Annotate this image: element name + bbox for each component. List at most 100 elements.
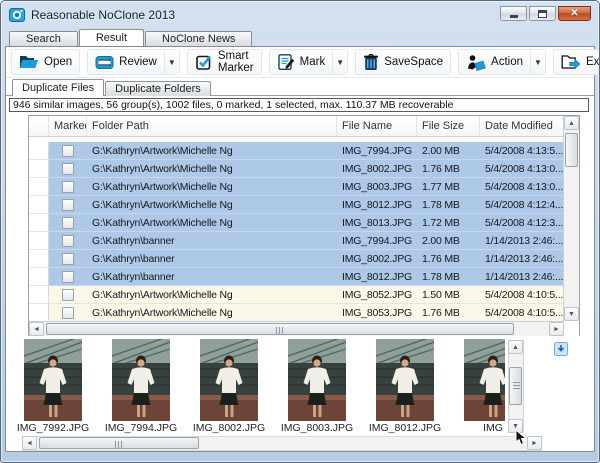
- folder-path-cell: G:\Kathryn\Artwork\Michelle Ng: [87, 142, 337, 160]
- mark-button[interactable]: Mark: [270, 50, 333, 74]
- mark-dropdown-arrow-icon[interactable]: ▼: [332, 50, 347, 74]
- thumbnail-item[interactable]: IMG_8012.JPG: [376, 339, 434, 435]
- film-review-icon: [95, 54, 114, 71]
- file-size-cell: 1.72 MB: [417, 214, 480, 232]
- tab-label: NoClone News: [162, 33, 235, 45]
- table-row[interactable]: G:\Kathryn\Artwork\Michelle Ng IMG_8053.…: [29, 304, 564, 322]
- marked-checkbox[interactable]: [62, 145, 74, 157]
- table-row[interactable]: G:\Kathryn\Artwork\Michelle Ng IMG_7994.…: [29, 142, 564, 160]
- file-name-cell: IMG_8002.JPG: [337, 160, 417, 178]
- marked-checkbox[interactable]: [62, 271, 74, 283]
- marked-checkbox[interactable]: [62, 253, 74, 265]
- table-row[interactable]: G:\Kathryn\Artwork\Michelle Ng IMG_8003.…: [29, 178, 564, 196]
- scroll-down-button[interactable]: ▼: [564, 307, 579, 321]
- column-header-marked[interactable]: Marked: [49, 116, 87, 136]
- marked-cell: [49, 160, 87, 178]
- table-row[interactable]: G:\Kathryn\Artwork\Michelle Ng IMG_8052.…: [29, 286, 564, 304]
- mouse-cursor: [515, 429, 527, 452]
- thumbnail-item[interactable]: IMG_7992.JPG: [24, 339, 82, 435]
- table-horizontal-scrollbar[interactable]: ◄ ►: [29, 321, 564, 336]
- scroll-right-button[interactable]: ►: [527, 436, 542, 450]
- action-dropdown-arrow-icon[interactable]: ▼: [530, 50, 545, 74]
- column-header-date-modified[interactable]: Date Modified: [480, 116, 564, 136]
- scroll-grip: [276, 327, 284, 334]
- row-header-cell: [29, 286, 49, 304]
- thumbnail-export-button[interactable]: [554, 342, 568, 361]
- close-button[interactable]: ✕: [558, 6, 591, 21]
- thumbnail-vertical-scrollbar[interactable]: ▲ ▼: [508, 340, 524, 433]
- column-header-file-name[interactable]: File Name: [337, 116, 417, 136]
- export-folder-icon: [561, 54, 581, 70]
- horizontal-scroll-thumb[interactable]: [46, 323, 514, 335]
- maximize-icon: [538, 10, 547, 18]
- file-name-cell: IMG_8053.JPG: [337, 304, 417, 322]
- horizontal-scroll-thumb[interactable]: [39, 437, 199, 449]
- date-modified-cell: 5/4/2008 4:13:5...: [480, 142, 564, 160]
- savespace-button[interactable]: SaveSpace: [356, 50, 450, 74]
- action-button[interactable]: Action: [459, 50, 530, 74]
- scroll-up-button[interactable]: ▲: [564, 116, 579, 130]
- thumbnail-item[interactable]: IMG_8003.JPG: [288, 339, 346, 435]
- thumbnail-item[interactable]: IMG: [464, 339, 505, 435]
- marked-checkbox[interactable]: [62, 217, 74, 229]
- folder-path-cell: G:\Kathryn\banner: [87, 250, 337, 268]
- table-row[interactable]: G:\Kathryn\Artwork\Michelle Ng IMG_8012.…: [29, 196, 564, 214]
- open-button[interactable]: Open: [12, 50, 79, 74]
- marked-cell: [49, 304, 87, 322]
- scroll-left-button[interactable]: ◄: [29, 322, 44, 336]
- row-header-cell: [29, 304, 49, 322]
- file-name-cell: IMG_8002.JPG: [337, 250, 417, 268]
- app-icon: [9, 7, 25, 23]
- minimize-button[interactable]: [500, 6, 527, 21]
- marked-checkbox[interactable]: [62, 307, 74, 319]
- file-size-cell: 1.50 MB: [417, 286, 480, 304]
- marked-checkbox[interactable]: [62, 181, 74, 193]
- review-button[interactable]: Review: [88, 50, 164, 74]
- photo-thumbnail: [200, 339, 258, 421]
- tab-noclone-news[interactable]: NoClone News: [145, 31, 252, 46]
- photo-thumbnail: [288, 339, 346, 421]
- column-header-folder-path[interactable]: Folder Path: [87, 116, 337, 136]
- column-header-rowselector[interactable]: [29, 116, 49, 136]
- photo-thumbnail: [464, 339, 505, 421]
- marked-cell: [49, 142, 87, 160]
- file-name-cell: IMG_8013.JPG: [337, 214, 417, 232]
- table-vertical-scrollbar[interactable]: ▲ ▼: [563, 116, 579, 321]
- review-dropdown-arrow-icon[interactable]: ▼: [164, 50, 179, 74]
- vertical-scroll-thumb[interactable]: [565, 133, 578, 167]
- tab-label: Duplicate Files: [22, 82, 94, 94]
- scroll-right-button[interactable]: ►: [549, 322, 564, 336]
- table-row[interactable]: G:\Kathryn\banner IMG_8012.JPG 1.78 MB 1…: [29, 268, 564, 286]
- thumbnail-horizontal-scrollbar[interactable]: ◄ ►: [22, 436, 542, 451]
- thumbnail-item[interactable]: IMG_8002.JPG: [200, 339, 258, 435]
- export-button[interactable]: Export: [554, 50, 600, 74]
- tab-search[interactable]: Search: [9, 31, 78, 46]
- titlebar[interactable]: Reasonable NoClone 2013 ✕: [1, 1, 599, 29]
- table-row[interactable]: G:\Kathryn\Artwork\Michelle Ng IMG_8002.…: [29, 160, 564, 178]
- table-row[interactable]: G:\Kathryn\Artwork\Michelle Ng IMG_8013.…: [29, 214, 564, 232]
- date-modified-cell: 5/4/2008 4:10:5...: [480, 286, 564, 304]
- marked-checkbox[interactable]: [62, 163, 74, 175]
- tab-duplicate-folders[interactable]: Duplicate Folders: [105, 81, 211, 96]
- tab-label: Search: [26, 33, 61, 45]
- tab-duplicate-files[interactable]: Duplicate Files: [12, 79, 104, 96]
- marked-checkbox[interactable]: [62, 199, 74, 211]
- scroll-up-button[interactable]: ▲: [508, 340, 523, 354]
- thumbnail-item[interactable]: IMG_7994.JPG: [112, 339, 170, 435]
- marked-checkbox[interactable]: [62, 235, 74, 247]
- thumbnail-preview-panel: IMG_7992.JPG IMG_7994.JPG: [8, 336, 592, 451]
- vertical-scroll-thumb[interactable]: [509, 367, 522, 405]
- maximize-button[interactable]: [529, 6, 556, 21]
- marked-checkbox[interactable]: [62, 289, 74, 301]
- file-size-cell: 1.78 MB: [417, 268, 480, 286]
- smart-marker-button[interactable]: Smart Marker: [188, 50, 261, 74]
- tab-result[interactable]: Result: [79, 29, 144, 46]
- scroll-left-button[interactable]: ◄: [22, 436, 37, 450]
- table-row[interactable]: G:\Kathryn\banner IMG_8002.JPG 1.76 MB 1…: [29, 250, 564, 268]
- column-header-file-size[interactable]: File Size: [417, 116, 480, 136]
- date-modified-cell: 1/14/2013 2:46:...: [480, 250, 564, 268]
- marked-cell: [49, 250, 87, 268]
- file-name-cell: IMG_8012.JPG: [337, 196, 417, 214]
- window-title: Reasonable NoClone 2013: [31, 8, 175, 22]
- table-row[interactable]: G:\Kathryn\banner IMG_7994.JPG 2.00 MB 1…: [29, 232, 564, 250]
